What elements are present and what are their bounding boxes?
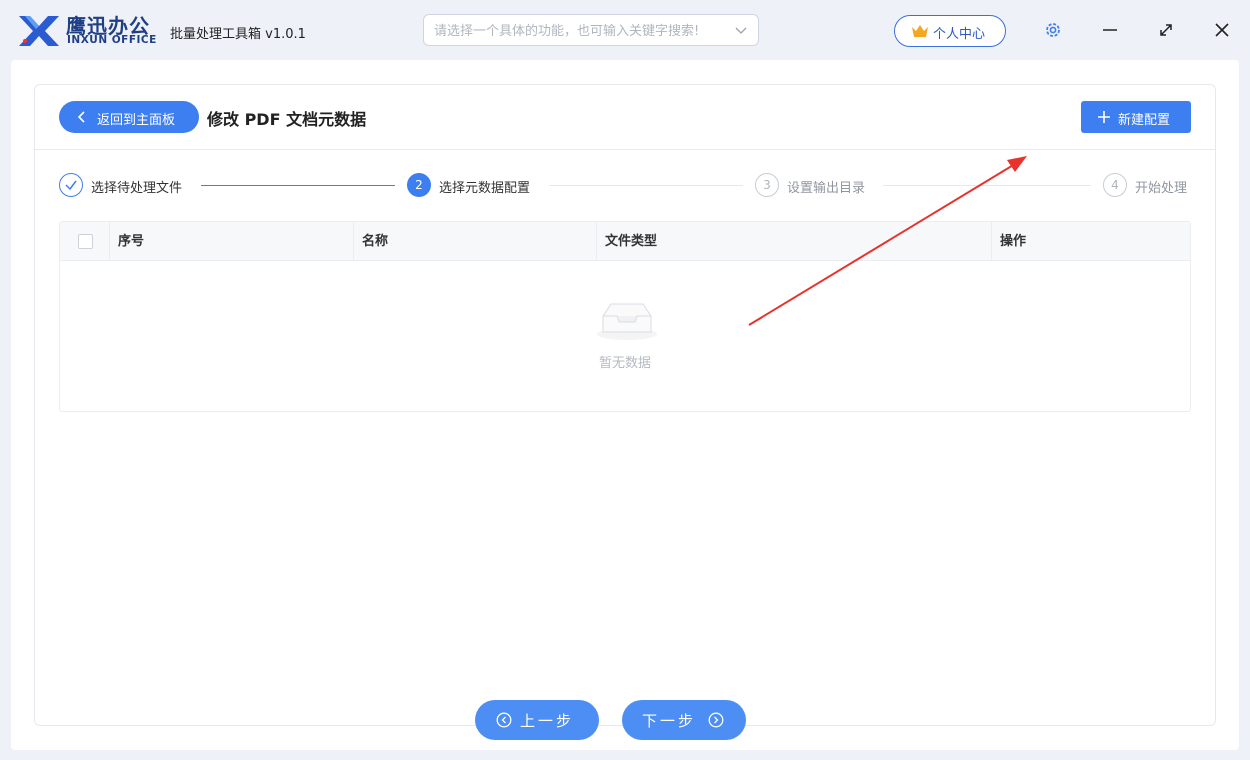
new-config-label: 新建配置 (1118, 113, 1171, 128)
column-header-index: 序号 (118, 234, 145, 249)
step-4-circle: 4 (1103, 173, 1127, 197)
search-input[interactable] (434, 21, 724, 41)
gear-icon[interactable] (1041, 18, 1065, 42)
select-all-checkbox[interactable] (78, 234, 93, 249)
step-4-label: 开始处理 (1135, 181, 1188, 196)
step-2-circle: 2 (407, 173, 431, 197)
user-center-button[interactable]: 个人中心 (894, 15, 1006, 47)
step-1-label: 选择待处理文件 (91, 181, 183, 196)
chevron-left-icon (77, 111, 85, 123)
minimize-icon[interactable] (1098, 18, 1122, 42)
empty-inbox-icon (597, 303, 657, 340)
plus-icon (1098, 111, 1110, 123)
step-1-circle (59, 173, 83, 197)
new-config-button[interactable]: 新建配置 (1081, 101, 1191, 133)
step-connector-1 (201, 185, 395, 186)
chevron-down-icon[interactable] (734, 23, 748, 37)
step-connector-2 (549, 185, 743, 186)
column-header-name: 名称 (362, 234, 389, 249)
crown-icon (912, 25, 928, 37)
page-title: 修改 PDF 文档元数据 (207, 110, 367, 129)
title-bar: 鹰迅办公 INXUN OFFICE 批量处理工具箱 v1.0.1 个人中心 (0, 0, 1250, 60)
app-title: 批量处理工具箱 v1.0.1 (170, 27, 306, 42)
next-step-label: 下一步 (642, 712, 697, 730)
prev-step-label: 上一步 (520, 712, 575, 730)
back-to-home-button[interactable]: 返回到主面板 (59, 101, 199, 133)
maximize-icon[interactable] (1154, 18, 1178, 42)
step-2-label: 选择元数据配置 (439, 181, 531, 196)
next-step-button[interactable]: 下一步 (622, 700, 746, 740)
header-divider (35, 149, 1215, 150)
search-box[interactable] (423, 14, 759, 46)
back-label: 返回到主面板 (97, 113, 176, 128)
annotation-arrow (748, 156, 1027, 326)
logo-icon (19, 16, 59, 46)
brand-name-en: INXUN OFFICE (67, 34, 157, 46)
user-center-label: 个人中心 (933, 27, 986, 42)
prev-step-button[interactable]: 上一步 (475, 700, 599, 740)
circle-left-icon (496, 712, 512, 728)
close-icon[interactable] (1210, 18, 1234, 42)
check-icon (65, 180, 77, 191)
empty-state-text: 暂无数据 (598, 356, 651, 371)
circle-right-icon (708, 712, 724, 728)
